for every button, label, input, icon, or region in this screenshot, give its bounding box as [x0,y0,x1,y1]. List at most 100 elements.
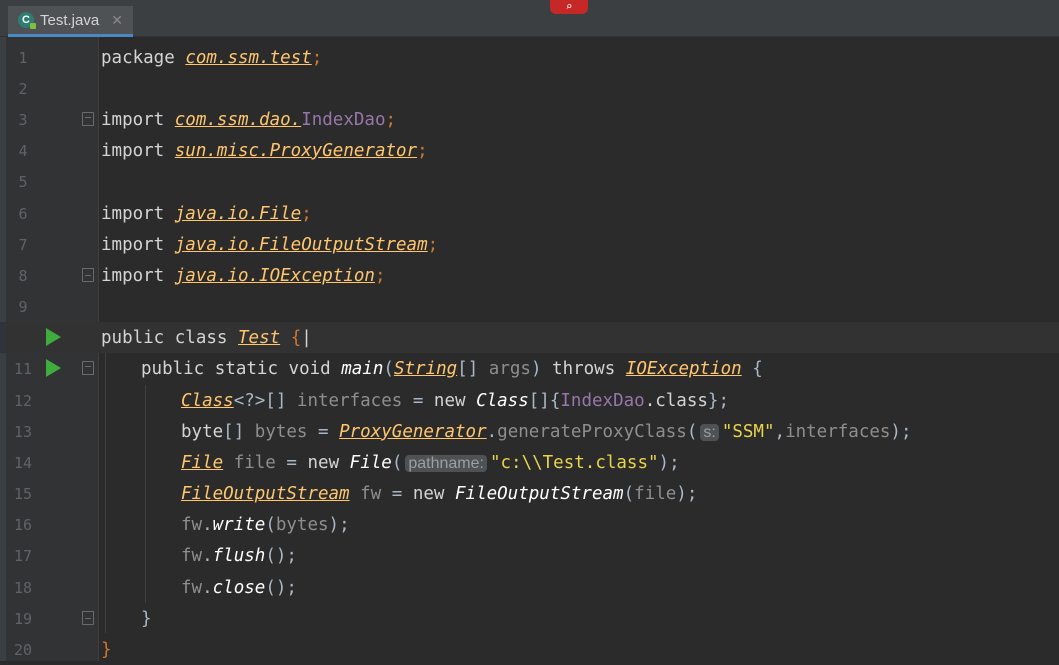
close-icon[interactable]: ✕ [111,12,123,29]
code-line: 11 public static void main(String[] args… [0,353,1059,384]
keyword: import [101,140,165,161]
operator: = [412,390,424,411]
line-number: 16 [13,515,33,534]
line-number: 19 [13,609,33,628]
package-name: java.io.File [174,203,302,224]
punct: ; [301,203,312,224]
method-name: main [341,358,384,379]
editor-tab-test-java[interactable]: C Test.java ✕ [8,6,133,37]
keyword: new [433,390,466,411]
class-name: Class [476,390,529,411]
punct: ; [686,483,698,504]
package-name: java.io.FileOutputStream [174,234,428,255]
code-line: 9 [0,291,1059,322]
search-icon[interactable]: ⌕ [550,0,588,14]
punct: { [549,390,561,411]
code-line-current: public class Test {| [0,322,1059,353]
line-number: 17 [13,546,33,565]
code-line: 3 import com.ssm.dao.IndexDao; [0,104,1059,135]
punct: [] [223,421,245,442]
punct: ; [374,265,386,286]
keyword: new [307,452,340,473]
punct: } [707,390,719,411]
class-name: IndexDao [560,390,645,411]
run-icon[interactable] [46,328,61,346]
code-line: 16 fw.write(bytes); [0,509,1059,540]
punct: ; [385,109,397,130]
package-name: com.ssm.test [185,47,312,68]
punct: { [290,327,302,348]
run-icon[interactable] [46,359,61,377]
class-name: IOException [625,358,742,379]
indent-guide [105,353,106,633]
code-line: 13 byte[] bytes = ProxyGenerator.generat… [0,416,1059,447]
line-number: 18 [13,578,33,597]
line-number: 20 [13,640,33,659]
parameter-hint: s: [700,423,719,441]
punct: ; [669,452,680,473]
punct: ; [427,234,439,255]
code-line: 5 [0,166,1059,197]
code-line: 6 import java.io.File; [0,198,1059,229]
keyword: import [101,265,165,286]
code-line: 4 import sun.misc.ProxyGenerator; [0,135,1059,166]
keyword: byte [181,421,224,442]
variable: interfaces [296,390,403,411]
line-number: 14 [13,453,33,472]
fold-icon[interactable] [82,611,94,625]
line-number: 8 [18,266,28,285]
line-number: 12 [13,391,33,410]
code-line: 2 [0,73,1059,104]
punct: ; [286,577,297,598]
class-name: Class [181,390,234,411]
keyword: new [412,483,445,504]
line-number: 13 [13,422,33,441]
variable: bytes [275,514,329,535]
variable: file [233,452,276,473]
punct: } [101,639,112,660]
method-name: write [212,514,266,535]
line-number: 15 [13,484,33,503]
code-line: 14 File file = new File(pathname: "c:\\Te… [0,447,1059,478]
line-number: 3 [18,110,28,129]
fold-icon[interactable] [82,112,94,126]
punct: [] [528,390,550,411]
keyword: .class [644,390,708,411]
punct: [] [457,358,479,379]
punct: ; [718,390,729,411]
keyword: throws [552,358,616,379]
line-number: 4 [18,141,28,160]
code-line: 15 FileOutputStream fw = new FileOutputS… [0,478,1059,509]
class-name: File [349,452,392,473]
keyword: class [174,327,228,348]
punct: ; [900,421,912,442]
package-name: com.ssm.dao. [174,109,302,130]
code-line: 18 fw.close(); [0,572,1059,603]
java-class-icon: C [18,12,36,29]
keyword: static [214,358,278,379]
class-name: FileOutputStream [455,483,624,504]
fold-icon[interactable] [82,361,94,375]
punct: ; [286,545,297,566]
variable: bytes [254,421,308,442]
keyword: import [101,234,165,255]
variable: fw [181,545,203,566]
code-line: 12 Class<?>[] interfaces = new Class[]{I… [0,385,1059,416]
operator: = [318,421,329,442]
variable: fw [360,483,382,504]
operator: = [391,483,403,504]
code-line: 8 import java.io.IOException; [0,260,1059,291]
string-literal: "SSM" [721,421,775,442]
code-line: 17 fw.flush(); [0,540,1059,571]
package-name: java.io.IOException [174,265,375,286]
code-line: 19 } [0,603,1059,634]
operator: = [286,452,297,473]
line-number: 9 [18,297,28,316]
fold-icon[interactable] [82,268,94,282]
variable: fw [181,577,203,598]
code-line: 20 } [0,634,1059,665]
punct: ; [311,47,323,68]
code-editor[interactable]: 1 package com.ssm.test; 2 3 import com.s… [0,37,1059,661]
parameter: args [488,358,531,379]
tab-filename: Test.java [40,11,100,29]
